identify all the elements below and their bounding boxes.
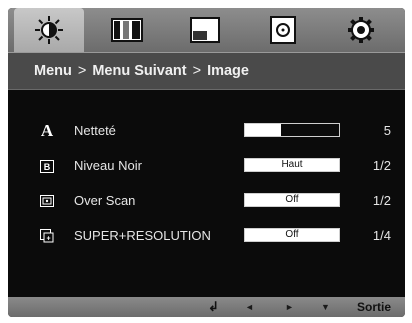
over-scan-select[interactable]: Off (244, 193, 340, 207)
tab-picture[interactable] (14, 8, 84, 52)
super-resolution-select[interactable]: Off (244, 228, 340, 242)
black-level-select[interactable]: Haut (244, 158, 340, 172)
breadcrumb-root: Menu (34, 63, 72, 79)
left-arrow-button[interactable]: ◄ (245, 299, 254, 315)
select-value: Off (245, 194, 339, 206)
slider-fill (245, 124, 281, 136)
setting-row-black-level[interactable]: B Niveau Noir Haut 1/2 (8, 154, 405, 178)
color-bars-icon (111, 18, 143, 42)
setting-value-count: 1/2 (372, 193, 391, 208)
tab-setup[interactable] (326, 8, 396, 52)
setting-label: Niveau Noir (74, 158, 142, 173)
tab-display[interactable] (170, 8, 240, 52)
setting-value-count: 1/4 (372, 228, 391, 243)
osd-menu: Menu > Menu Suivant > Image A Netteté 5 B Ni… (8, 8, 405, 317)
right-arrow-button[interactable]: ► (285, 299, 294, 315)
sharpness-a-icon: A (40, 121, 54, 140)
setting-row-over-scan[interactable]: Over Scan Off 1/2 (8, 189, 405, 213)
tab-input[interactable] (248, 8, 318, 52)
breadcrumb-separator: > (77, 63, 87, 79)
breadcrumb: Menu > Menu Suivant > Image (34, 63, 249, 79)
disc-icon (270, 16, 296, 44)
tab-bar (8, 8, 405, 52)
overscan-icon (38, 192, 56, 210)
black-level-icon: B (38, 157, 56, 175)
setting-label: Over Scan (74, 193, 136, 208)
setting-row-super-resolution[interactable]: + SUPER+RESOLUTION Off 1/4 (8, 224, 405, 248)
footer-bar: ↲ ◄ ► ▼ Sortie (8, 297, 405, 317)
select-value: Haut (245, 159, 339, 171)
setting-label: SUPER+RESOLUTION (74, 228, 211, 243)
setting-label: Netteté (74, 123, 116, 138)
screen-position-icon (190, 17, 220, 43)
brightness-sun-icon (35, 16, 63, 44)
super-resolution-icon: + (38, 227, 56, 245)
setting-row-sharpness[interactable]: A Netteté 5 (8, 119, 405, 143)
svg-text:B: B (44, 162, 51, 172)
breadcrumb-current: Image (207, 63, 249, 79)
setting-value-count: 5 (383, 123, 391, 138)
down-arrow-button[interactable]: ▼ (321, 299, 330, 315)
breadcrumb-separator: > (192, 63, 202, 79)
breadcrumb-middle: Menu Suivant (92, 63, 187, 79)
settings-list: A Netteté 5 B Niveau Noir Haut 1/2 Over … (8, 89, 405, 297)
tab-color[interactable] (92, 8, 162, 52)
sharpness-slider[interactable] (244, 123, 340, 137)
enter-button[interactable]: ↲ (208, 299, 219, 315)
setting-value-count: 1/2 (372, 158, 391, 173)
svg-text:+: + (46, 236, 50, 243)
gear-icon (348, 17, 374, 43)
select-value: Off (245, 229, 339, 241)
menu-header: Menu > Menu Suivant > Image (8, 52, 405, 90)
exit-button[interactable]: Sortie (357, 299, 391, 315)
